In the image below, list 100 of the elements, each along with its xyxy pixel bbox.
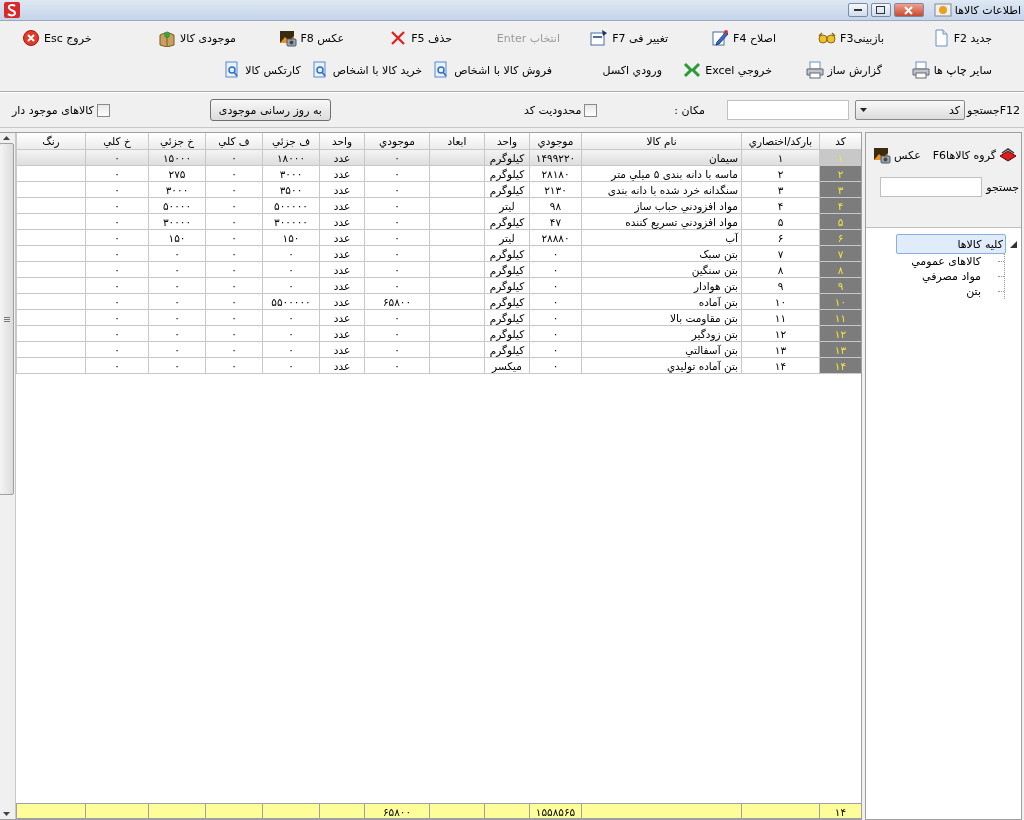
table-row[interactable]: ۷ ۷ بتن سبک ۰ کیلوگرم ۰ عدد ۰ ۰ ۰ ۰ <box>16 246 861 262</box>
toolbar-button[interactable]: فروش کالا با اشخاص <box>430 60 554 80</box>
table-cell: ۰ <box>148 358 205 374</box>
table-cell: ۰ <box>85 262 148 278</box>
column-header[interactable]: بارکد/اختصاري <box>741 133 819 150</box>
table-cell <box>429 278 484 294</box>
update-stock-button[interactable]: به روز رسانی موجودی <box>209 99 331 121</box>
table-cell <box>429 358 484 374</box>
column-header[interactable]: ابعاد <box>429 133 484 150</box>
expand-arrow-icon[interactable] <box>1010 240 1017 248</box>
column-header[interactable]: خ کلي <box>85 133 148 150</box>
toolbar-button[interactable]: کارتکس کالا <box>198 60 303 80</box>
column-header[interactable]: ف کلي <box>205 133 262 150</box>
table-row[interactable]: ۶ ۶ آب ۲۸۸۸۰ لیتر ۰ عدد ۱۵۰ ۰ ۱۵۰ ۰ <box>16 230 861 246</box>
table-cell: ۴ <box>741 198 819 214</box>
table-cell: ۲ <box>819 166 861 182</box>
table-cell: ۷ <box>741 246 819 262</box>
app-logo-icon <box>3 1 21 19</box>
in-stock-checkbox[interactable]: کالاهای موجود دار <box>12 103 110 117</box>
table-cell: ۰ <box>364 230 429 246</box>
table-row[interactable]: ۳ ۳ سنگدانه خرد شده با دانه بندی ۲۱۳۰ کیلوگرم ۰ عدد ۳۵۰۰ ۰ ۳۰۰۰ ۰ <box>16 182 861 198</box>
table-row[interactable]: ۲ ۲ ماسه با دانه بندی ۵ میلي متر ۲۸۱۸۰ کیلوگرم ۰ عدد ۳۰۰۰ ۰ ۲۷۵ ۰ <box>16 166 861 182</box>
column-header[interactable]: موجودي <box>364 133 429 150</box>
toolbar-button[interactable]: عکس F8 <box>238 28 346 48</box>
table-cell: ۰ <box>148 278 205 294</box>
table-row[interactable]: ۸ ۸ بتن سنگين ۰ کیلوگرم ۰ عدد ۰ ۰ ۰ ۰ <box>16 262 861 278</box>
table-cell: ۰ <box>148 342 205 358</box>
column-header[interactable]: نام کالا <box>581 133 741 150</box>
group-button[interactable]: گروه کالاهاF6 <box>932 146 1017 164</box>
table-cell: ۰ <box>529 262 581 278</box>
scroll-thumb[interactable] <box>0 143 14 495</box>
column-header[interactable]: کد <box>819 133 861 150</box>
table-cell: ۰ <box>85 182 148 198</box>
table-cell: ۰ <box>364 150 429 166</box>
tree-item[interactable]: کلیه کالاها <box>896 234 1006 254</box>
toolbar-button[interactable]: بازبینیF3 <box>778 28 886 48</box>
minimize-button[interactable] <box>847 3 868 17</box>
scroll-up-icon[interactable] <box>3 133 10 143</box>
scrollbar[interactable] <box>0 133 16 819</box>
toolbar-button[interactable]: تغییر فی F7 <box>562 28 670 48</box>
stack-icon <box>999 146 1017 164</box>
scroll-down-icon[interactable] <box>3 809 10 819</box>
table-cell: ۰ <box>364 182 429 198</box>
location-field[interactable] <box>726 100 849 120</box>
toolbar-button[interactable]: ورودي اکسل <box>560 62 664 78</box>
search-field[interactable] <box>880 177 983 197</box>
table-cell: ۰ <box>205 294 262 310</box>
column-header[interactable]: واحد <box>484 133 529 150</box>
table-cell <box>16 278 85 294</box>
table-cell: ۱۰ <box>741 294 819 310</box>
column-header[interactable]: ف جزئي <box>262 133 319 150</box>
maximize-button[interactable] <box>870 3 891 17</box>
table-cell: ۲۸۸۸۰ <box>529 230 581 246</box>
table-cell: ۶ <box>741 230 819 246</box>
table-cell: ۴ <box>819 198 861 214</box>
tree-item[interactable]: بتن <box>963 284 984 299</box>
table-cell: عدد <box>319 166 364 182</box>
table-row[interactable]: ۱۳ ۱۳ بتن آسفالتي ۰ کیلوگرم ۰ عدد ۰ ۰ ۰ ۰ <box>16 342 861 358</box>
table-cell: عدد <box>319 310 364 326</box>
table-row[interactable]: ۹ ۹ بتن هوادار ۰ کیلوگرم ۰ عدد ۰ ۰ ۰ ۰ <box>16 278 861 294</box>
table-cell: بتن زودگير <box>581 326 741 342</box>
toolbar-button[interactable]: خرید کالا با اشخاص <box>308 60 425 80</box>
table-row[interactable]: ۱۲ ۱۲ بتن زودگير ۰ کیلوگرم ۰ عدد ۰ ۰ ۰ ۰ <box>16 326 861 342</box>
table-cell: ۰ <box>85 326 148 342</box>
table-row[interactable]: ۱۰ ۱۰ بتن آماده ۰ کیلوگرم ۶۵۸۰۰ عدد ۵۵۰۰۰۰۰ ۰ ۰ ۰ <box>16 294 861 310</box>
column-header[interactable]: خ جزئي <box>148 133 205 150</box>
table-row[interactable]: ۱ ۱ سیمان ۱۴۹۹۲۲۰ کیلوگرم ۰ عدد ۱۸۰۰۰ ۰ ۱۵۰۰۰ ۰ <box>16 150 861 166</box>
search-by-dropdown[interactable]: کد <box>854 100 965 120</box>
table-row[interactable]: ۱۱ ۱۱ بتن مقاومت بالا ۰ کیلوگرم ۰ عدد ۰ ۰ ۰ ۰ <box>16 310 861 326</box>
column-header[interactable]: موجودي <box>529 133 581 150</box>
table-cell: ۰ <box>364 358 429 374</box>
dropdown-arrow-icon <box>859 108 867 112</box>
toolbar-button[interactable]: جدید F2 <box>886 28 994 48</box>
table-cell: ۶۵۸۰۰ <box>364 294 429 310</box>
table-cell: ۰ <box>262 358 319 374</box>
exit-button[interactable]: خروج Esc <box>20 28 94 48</box>
toolbar-button[interactable]: حذف F5 <box>346 28 454 48</box>
report-icon <box>310 61 329 79</box>
table-cell: ۵۵۰۰۰۰۰ <box>262 294 319 310</box>
toolbar-button[interactable]: گزارش ساز <box>780 60 884 80</box>
toolbar-button[interactable]: سایر چاپ ها <box>890 60 994 80</box>
table-row[interactable]: ۵ ۵ مواد افزودني تسريع کننده ۴۷ کیلوگرم ۰ عدد ۳۰۰۰۰۰ ۰ ۳۰۰۰۰ ۰ <box>16 214 861 230</box>
toolbar-button[interactable]: خروجي Excel <box>670 60 774 80</box>
tree-item[interactable]: کالاهای عمومي <box>908 254 984 269</box>
table-cell: ۱۱ <box>741 310 819 326</box>
tree-item[interactable]: مواد مصرفي <box>919 269 984 284</box>
table-cell: ۱۲ <box>819 326 861 342</box>
form-icon <box>590 29 609 47</box>
column-header[interactable]: واحد <box>319 133 364 150</box>
toolbar-button[interactable]: اصلاح F4 <box>670 28 778 48</box>
table-row[interactable]: ۱۴ ۱۴ بتن آماده توليدي ۰ میکسر ۰ عدد ۰ ۰ ۰ ۰ <box>16 358 861 374</box>
table-cell: ۰ <box>205 230 262 246</box>
table-cell: لیتر <box>484 230 529 246</box>
photo-button[interactable]: عکس <box>873 146 921 164</box>
close-button[interactable] <box>893 3 924 17</box>
column-header[interactable]: رنگ <box>16 133 85 150</box>
table-cell: ۰ <box>205 214 262 230</box>
toolbar-button[interactable]: موجودی کالا <box>130 28 238 48</box>
table-row[interactable]: ۴ ۴ مواد افزودني حباب ساز ۹۸ لیتر ۰ عدد ۵۰۰۰۰۰ ۰ ۵۰۰۰۰ ۰ <box>16 198 861 214</box>
code-limit-checkbox[interactable]: محدودیت کد <box>524 103 598 117</box>
